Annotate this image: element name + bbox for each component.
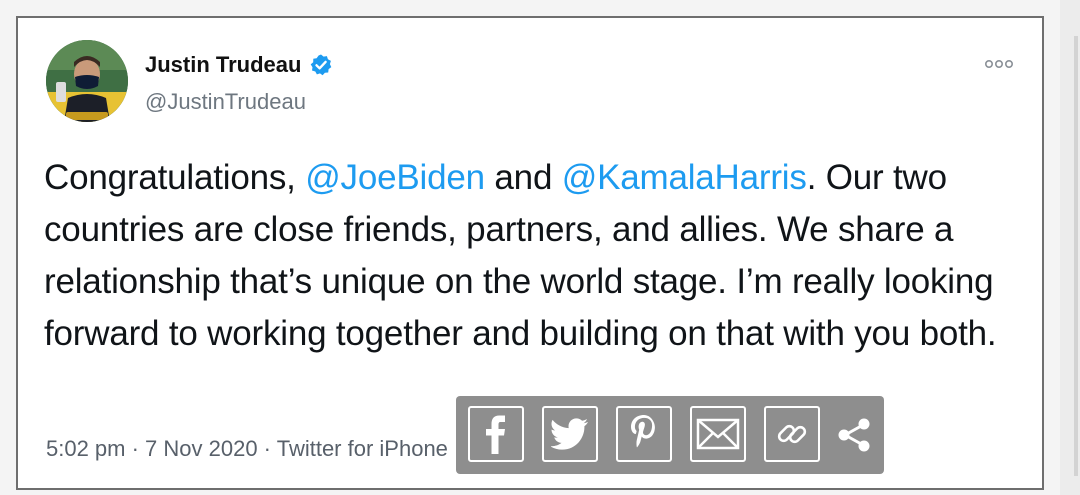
email-share-button[interactable] xyxy=(690,406,746,462)
facebook-share-button[interactable] xyxy=(468,406,524,462)
twitter-share-button[interactable] xyxy=(542,406,598,462)
share-bar xyxy=(456,396,884,474)
more-options-icon[interactable] xyxy=(984,58,1014,70)
avatar[interactable] xyxy=(46,40,128,122)
scroll-strip xyxy=(1074,36,1078,476)
page-right-edge xyxy=(1060,0,1080,495)
link-icon xyxy=(777,424,807,444)
author-name[interactable]: Justin Trudeau xyxy=(145,52,301,78)
author-row: Justin Trudeau xyxy=(145,52,333,78)
tweet-meta[interactable]: 5:02 pm · 7 Nov 2020 · Twitter for iPhon… xyxy=(46,436,448,462)
share-icon xyxy=(838,418,870,452)
avatar-image xyxy=(46,40,128,122)
author-handle[interactable]: @JustinTrudeau xyxy=(145,89,306,115)
copy-link-button[interactable] xyxy=(764,406,820,462)
mail-icon xyxy=(696,418,740,450)
twitter-icon xyxy=(551,418,588,450)
more-share-button[interactable] xyxy=(826,406,882,462)
tweet-text: Congratulations, @JoeBiden and @KamalaHa… xyxy=(44,152,1034,360)
verified-badge-icon xyxy=(311,54,332,76)
pinterest-icon xyxy=(631,415,655,448)
tweet-text-part: and xyxy=(484,158,562,197)
tweet-text-part: Congratulations, xyxy=(44,158,306,197)
mention-kamalaharris-link[interactable]: @KamalaHarris xyxy=(562,158,807,197)
facebook-icon xyxy=(486,415,505,454)
pinterest-share-button[interactable] xyxy=(616,406,672,462)
mention-joebiden-link[interactable]: @JoeBiden xyxy=(305,158,485,197)
